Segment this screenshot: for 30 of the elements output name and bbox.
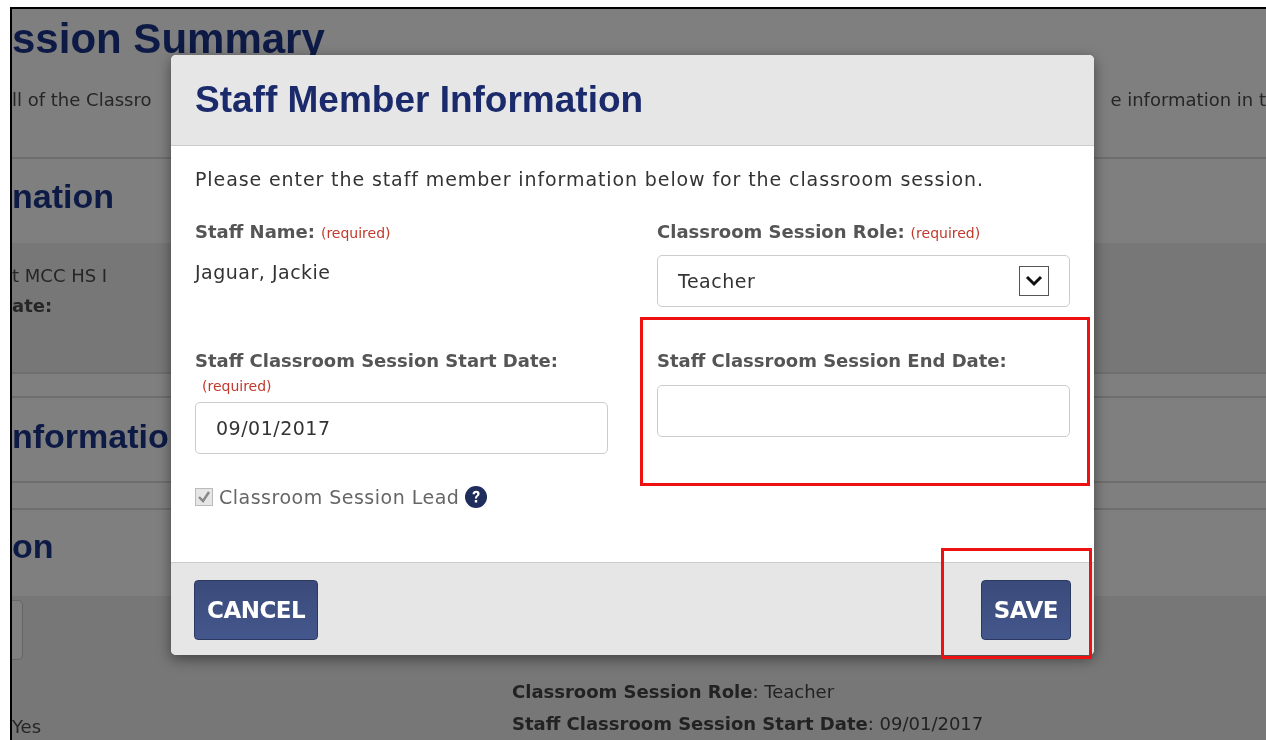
date-field[interactable]: 09/01/2017 [195,402,608,454]
page-title: ssion Summary [12,14,326,64]
field-label: Staff Name: [195,221,315,242]
intro-text: e information in t [1110,88,1266,112]
detail-label: ate: [12,294,53,318]
dialog-button[interactable]: SAVE [980,579,1071,640]
summary-line: Staff Classroom Session Start Date: 09/01/2017 [512,712,984,736]
field-label: Staff Classroom Session End Date: [657,350,1007,371]
field-label: Staff Classroom Session Start Date: [195,350,558,371]
field-label: Classroom Session Role: [657,221,905,242]
required-note: (required) [202,378,272,394]
required-note: (required) [910,225,981,241]
detail-text: t MCC HS I [12,264,108,288]
chevron-down-icon [1019,266,1049,296]
dialog-button[interactable]: CANCEL [194,579,319,640]
summary-line: Classroom Session Role: Teacher [512,680,835,704]
checkbox-label: Classroom Session Lead [219,486,460,508]
instruction-text: Please enter the staff member information below for the classroom session. [195,167,985,192]
value-text: Yes [12,715,43,739]
help-icon[interactable] [465,486,488,508]
dialog-title: Staff Member Information [195,79,644,121]
section-heading: nation [12,176,114,216]
role-dropdown[interactable]: Teacher [657,255,1070,307]
section-heading: nformatio [12,416,169,456]
input-field[interactable] [12,600,23,660]
section-heading: on [12,526,54,566]
intro-text: ll of the Classro [12,88,152,112]
required-note: (required) [320,225,391,241]
field-value: Jaguar, Jackie [195,260,332,285]
date-field[interactable] [657,385,1070,437]
